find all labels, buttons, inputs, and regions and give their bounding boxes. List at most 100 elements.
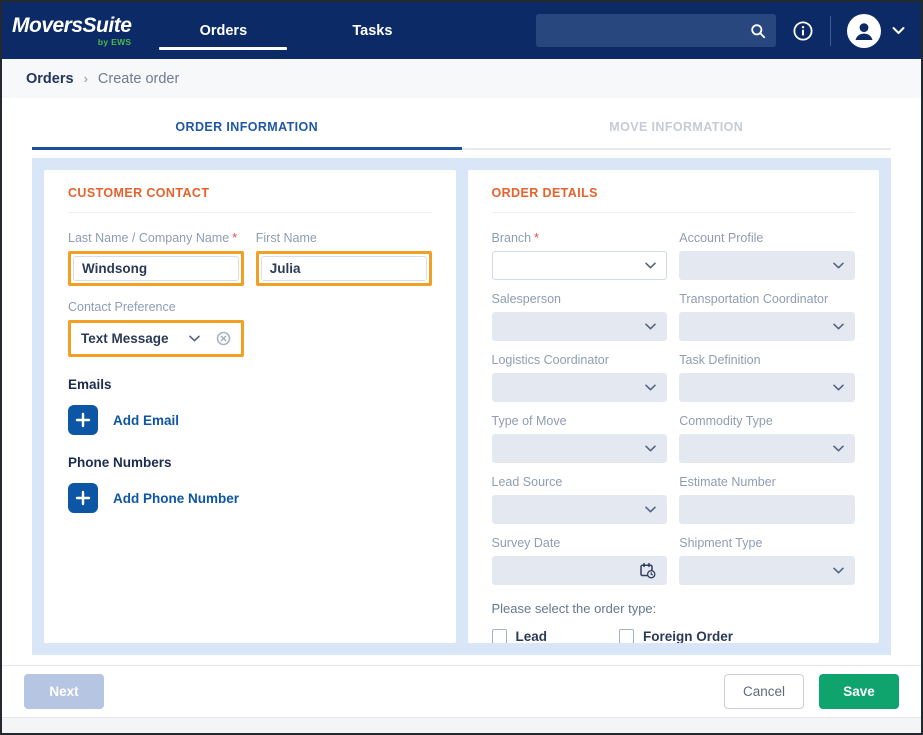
add-email-link[interactable]: Add Email (113, 413, 179, 428)
tab-order-information[interactable]: ORDER INFORMATION (32, 108, 462, 150)
breadcrumb-orders[interactable]: Orders (26, 71, 74, 87)
branch-select[interactable] (492, 251, 668, 280)
shipment-type-label: Shipment Type (679, 536, 855, 550)
last-name-input[interactable] (73, 256, 239, 281)
chevron-down-icon (645, 384, 656, 391)
brand-byline: by EWS (98, 37, 131, 47)
type-of-move-label: Type of Move (492, 414, 668, 428)
lead-source-select (492, 495, 668, 524)
add-phone-button[interactable] (68, 483, 98, 513)
add-phone-link[interactable]: Add Phone Number (113, 491, 239, 506)
account-profile-select (679, 251, 855, 280)
add-email-button[interactable] (68, 405, 98, 435)
chevron-down-icon (189, 335, 200, 342)
nav-tab-orders-label: Orders (200, 23, 248, 39)
required-asterisk: * (232, 231, 237, 245)
type-of-move-select (492, 434, 668, 463)
salesperson-field: Salesperson (492, 292, 668, 341)
phone-numbers-heading: Phone Numbers (68, 455, 432, 470)
cancel-button[interactable]: Cancel (724, 674, 804, 709)
commodity-type-label: Commodity Type (679, 414, 855, 428)
search-icon[interactable] (750, 23, 766, 39)
info-icon[interactable] (792, 20, 814, 42)
checkbox-lead[interactable]: Lead (492, 629, 548, 643)
first-name-input[interactable] (261, 256, 427, 281)
task-definition-select (679, 373, 855, 402)
next-button[interactable]: Next (24, 674, 104, 709)
chevron-down-icon (833, 323, 844, 330)
contact-preference-select[interactable]: Text Message (73, 325, 239, 352)
save-button[interactable]: Save (819, 674, 899, 709)
chevron-down-icon (645, 445, 656, 452)
account-chevron-down-icon[interactable] (892, 26, 905, 35)
logistics-coordinator-select (492, 373, 668, 402)
header-divider (830, 16, 831, 46)
last-name-label: Last Name / Company Name (68, 231, 229, 245)
chevron-down-icon (833, 445, 844, 452)
nav-tab-tasks[interactable]: Tasks (317, 2, 427, 59)
first-name-field: First Name (256, 231, 432, 286)
branch-field: Branch* (492, 231, 668, 280)
calendar-clock-icon (639, 562, 656, 579)
task-definition-label: Task Definition (679, 353, 855, 367)
contact-preference-field: Contact Preference Text Message (68, 300, 244, 357)
shipment-type-select (679, 556, 855, 585)
nav-tab-tasks-label: Tasks (352, 23, 392, 39)
contact-preference-highlight: Text Message (68, 320, 244, 357)
global-search[interactable] (536, 14, 776, 47)
form-panel: CUSTOMER CONTACT Last Name / Company Nam… (32, 158, 891, 655)
type-of-move-field: Type of Move (492, 414, 668, 463)
checkbox-lead-label: Lead (516, 629, 548, 643)
checkbox-foreign-order[interactable]: Foreign Order (619, 629, 733, 643)
tab-order-information-label: ORDER INFORMATION (175, 120, 318, 134)
name-row: Last Name / Company Name* First Name (68, 231, 432, 286)
logistics-coordinator-label: Logistics Coordinator (492, 353, 668, 367)
chevron-down-icon (833, 384, 844, 391)
brand-name: MoversSuite (12, 15, 131, 36)
estimate-number-field: Estimate Number (679, 475, 855, 524)
branch-label: Branch (492, 231, 532, 245)
order-details-grid: Branch* Account Profile Salesperson (492, 231, 856, 585)
add-phone-row: Add Phone Number (68, 483, 432, 513)
transportation-coordinator-label: Transportation Coordinator (679, 292, 855, 306)
survey-date-label: Survey Date (492, 536, 668, 550)
shipment-type-field: Shipment Type (679, 536, 855, 585)
transportation-coordinator-field: Transportation Coordinator (679, 292, 855, 341)
commodity-type-select (679, 434, 855, 463)
nav-tab-orders[interactable]: Orders (159, 2, 287, 59)
tab-move-information[interactable]: MOVE INFORMATION (462, 108, 892, 150)
order-details-card: ORDER DETAILS Branch* Account Profile (468, 170, 880, 643)
chevron-down-icon (833, 262, 844, 269)
checkbox-box[interactable] (619, 629, 634, 643)
user-avatar[interactable] (847, 14, 881, 48)
estimate-number-label: Estimate Number (679, 475, 855, 489)
required-asterisk: * (534, 231, 539, 245)
lead-source-label: Lead Source (492, 475, 668, 489)
customer-contact-title: CUSTOMER CONTACT (68, 186, 432, 213)
task-definition-field: Task Definition (679, 353, 855, 402)
emails-heading: Emails (68, 377, 432, 392)
first-name-label: First Name (256, 231, 432, 245)
page-tabs: ORDER INFORMATION MOVE INFORMATION (32, 108, 891, 150)
checkbox-box[interactable] (492, 629, 507, 643)
order-details-title: ORDER DETAILS (492, 186, 856, 213)
breadcrumb: Orders › Create order (2, 59, 921, 98)
order-type-checkboxes: Lead Foreign Order (492, 629, 856, 643)
contact-preference-value: Text Message (81, 331, 189, 346)
tab-move-information-label: MOVE INFORMATION (609, 120, 743, 134)
search-input[interactable] (546, 23, 750, 38)
chevron-down-icon (645, 262, 656, 269)
top-nav-bar: MoversSuite by EWS Orders Tasks (2, 2, 921, 59)
transportation-coordinator-select (679, 312, 855, 341)
contact-preference-label: Contact Preference (68, 300, 244, 314)
salesperson-label: Salesperson (492, 292, 668, 306)
order-type-prompt: Please select the order type: (492, 601, 856, 616)
chevron-down-icon (833, 567, 844, 574)
page-content: ORDER INFORMATION MOVE INFORMATION CUSTO… (2, 98, 921, 665)
bottom-strip (2, 717, 921, 733)
lead-source-field: Lead Source (492, 475, 668, 524)
clear-icon[interactable] (216, 331, 231, 346)
customer-contact-card: CUSTOMER CONTACT Last Name / Company Nam… (44, 170, 456, 643)
salesperson-select (492, 312, 668, 341)
action-bar: Next Cancel Save (2, 665, 921, 717)
